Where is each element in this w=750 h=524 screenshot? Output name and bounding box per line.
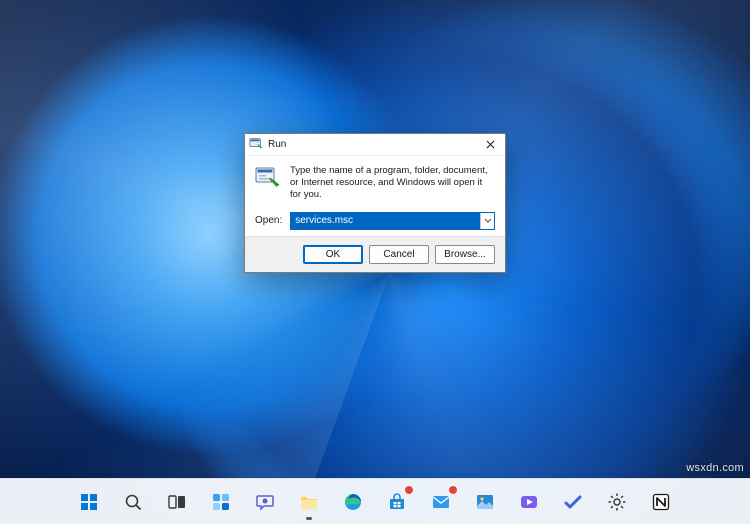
settings-button[interactable]	[597, 482, 637, 522]
edge-button[interactable]	[333, 482, 373, 522]
todo-icon	[563, 492, 583, 512]
file-explorer-icon	[299, 492, 319, 512]
run-dialog: Run Type the name of a pro	[244, 133, 506, 273]
taskbar	[0, 478, 750, 524]
todo-button[interactable]	[553, 482, 593, 522]
widgets-icon	[211, 492, 231, 512]
photos-icon	[475, 492, 495, 512]
notion-icon	[651, 492, 671, 512]
watermark-text: wsxdn.com	[686, 462, 744, 474]
chat-button[interactable]	[245, 482, 285, 522]
titlebar-left: Run	[249, 136, 286, 153]
clipchamp-button[interactable]	[509, 482, 549, 522]
photos-button[interactable]	[465, 482, 505, 522]
mail-button[interactable]	[421, 482, 461, 522]
open-combobox[interactable]: services.msc	[290, 212, 495, 230]
store-button[interactable]	[377, 482, 417, 522]
titlebar[interactable]: Run	[245, 134, 505, 156]
close-icon	[486, 140, 495, 149]
mail-icon	[431, 492, 451, 512]
clipchamp-icon	[519, 492, 539, 512]
notion-button[interactable]	[641, 482, 681, 522]
dialog-footer: OK Cancel Browse...	[245, 236, 505, 272]
browse-button[interactable]: Browse...	[435, 245, 495, 264]
dialog-description: Type the name of a program, folder, docu…	[290, 165, 495, 201]
search-button[interactable]	[113, 482, 153, 522]
mail-badge	[448, 485, 458, 495]
edge-icon	[343, 492, 363, 512]
widgets-button[interactable]	[201, 482, 241, 522]
cancel-button[interactable]: Cancel	[369, 245, 429, 264]
dialog-body: Type the name of a program, folder, docu…	[245, 156, 505, 236]
file-explorer-button[interactable]	[289, 482, 329, 522]
start-icon	[79, 492, 99, 512]
task-view-button[interactable]	[157, 482, 197, 522]
start-button[interactable]	[69, 482, 109, 522]
combobox-chevron[interactable]	[480, 213, 494, 229]
run-dialog-icon	[249, 136, 263, 153]
titlebar-controls	[475, 134, 505, 156]
titlebar-title: Run	[268, 139, 286, 150]
run-body-icon	[255, 165, 281, 187]
close-button[interactable]	[475, 134, 505, 156]
open-input[interactable]: services.msc	[291, 213, 480, 229]
task-view-icon	[167, 492, 187, 512]
settings-icon	[607, 492, 627, 512]
search-icon	[123, 492, 143, 512]
store-badge	[404, 485, 414, 495]
chat-icon	[255, 492, 275, 512]
store-icon	[387, 492, 407, 512]
ok-button[interactable]: OK	[303, 245, 363, 264]
chevron-down-icon	[484, 218, 492, 224]
open-label: Open:	[255, 215, 282, 226]
